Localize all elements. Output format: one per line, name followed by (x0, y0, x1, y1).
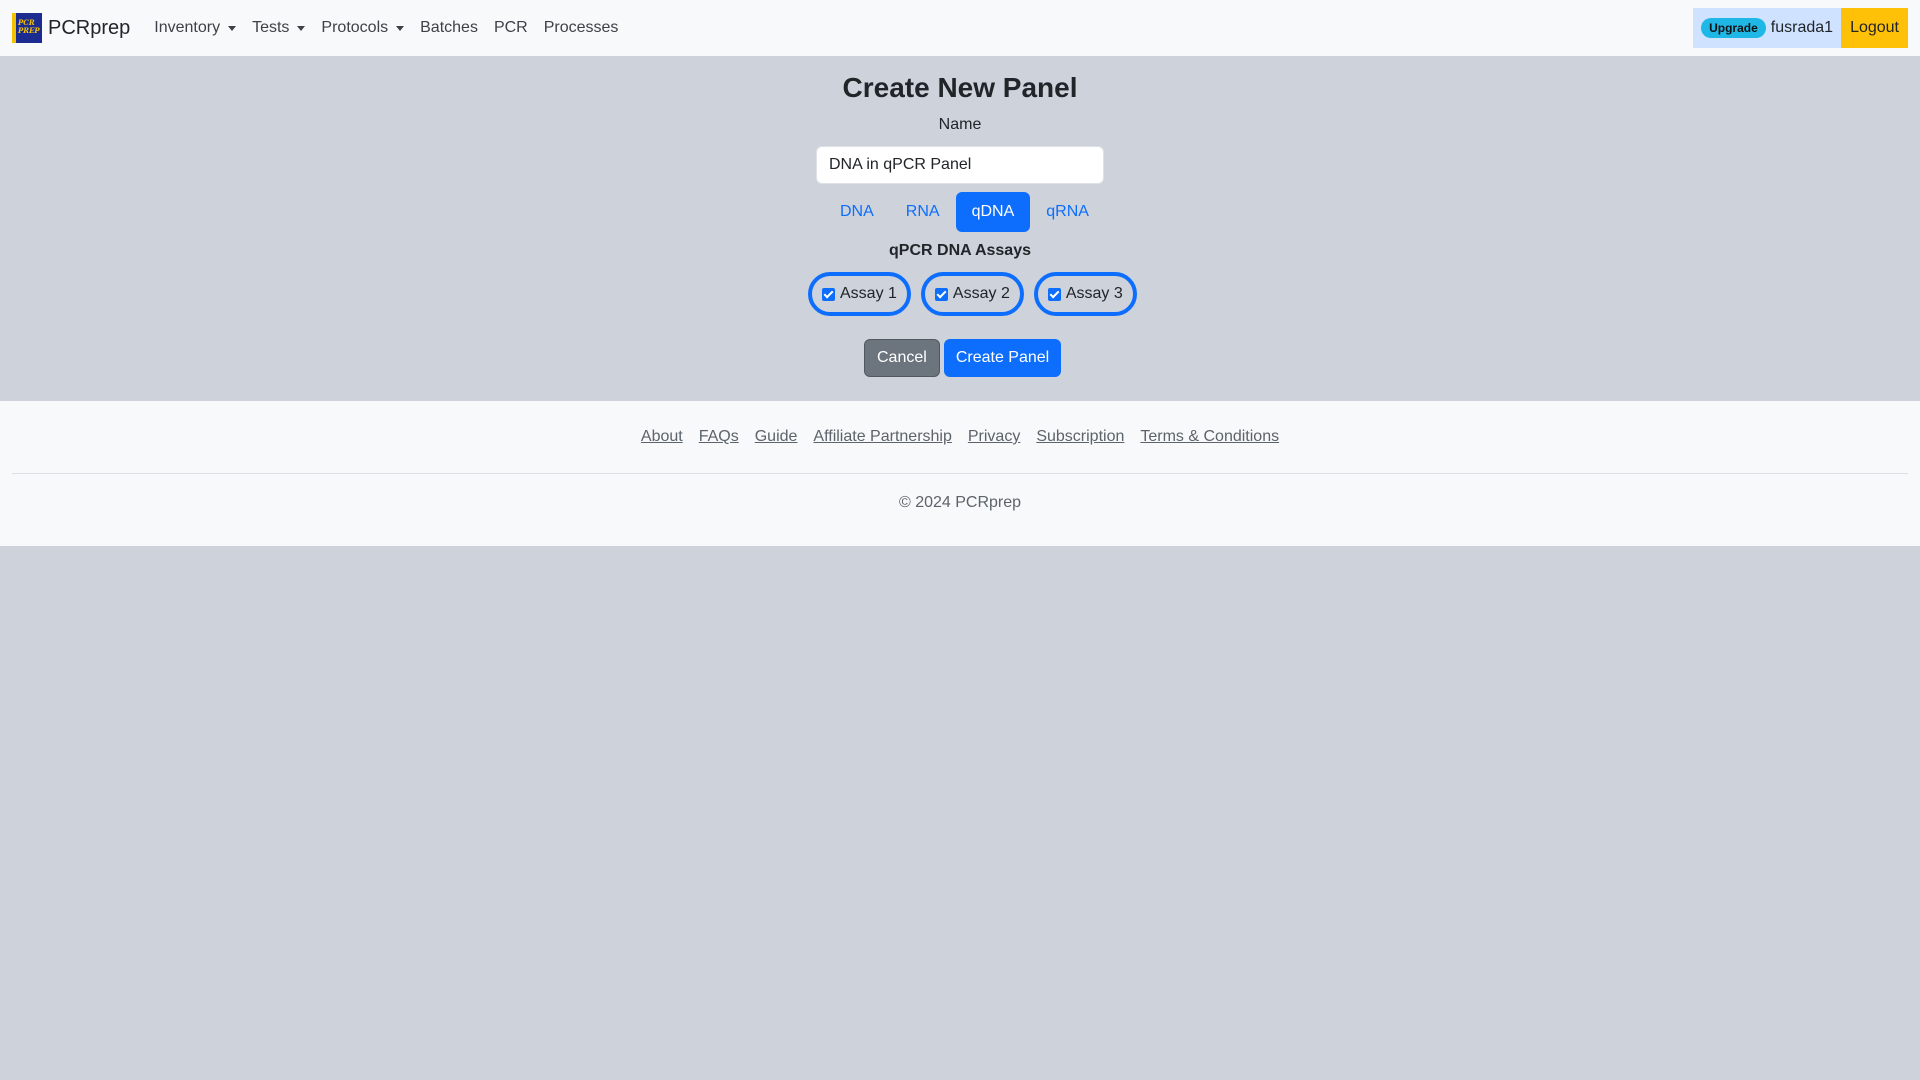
form-buttons: Cancel Create Panel (864, 339, 1065, 377)
cancel-button[interactable]: Cancel (864, 339, 940, 377)
nav-protocols-dropdown[interactable]: Protocols (321, 19, 405, 37)
panel-type-tabs: DNA RNA qDNA qRNA (824, 192, 1105, 232)
checkbox-checked-icon[interactable] (1047, 287, 1061, 301)
nav-batches-link[interactable]: Batches (420, 19, 478, 37)
brand-link[interactable]: PCR PREP PCRprep (12, 0, 130, 56)
tab-dna[interactable]: DNA (824, 192, 890, 232)
pcrprep-logo-icon: PCR PREP (12, 13, 42, 43)
nav-links: Inventory Tests Protocols Batches PCR Pr… (154, 19, 634, 37)
nav-tests-dropdown[interactable]: Tests (252, 19, 306, 37)
create-panel-form: Create New Panel Name DNA RNA qDNA qRNA … (0, 56, 1920, 401)
footer-link-terms[interactable]: Terms & Conditions (1140, 428, 1279, 446)
logout-button[interactable]: Logout (1841, 8, 1908, 48)
assay-toggle-1[interactable]: Assay 1 (808, 272, 911, 316)
tab-qdna[interactable]: qDNA (955, 192, 1031, 232)
assay-toggle-2[interactable]: Assay 2 (920, 272, 1024, 316)
username: fusrada1 (1770, 19, 1834, 36)
nav-pcr-link[interactable]: PCR (494, 19, 528, 37)
page-title: Create New Panel (842, 72, 1078, 103)
assays-heading: qPCR DNA Assays (889, 242, 1031, 259)
caret-down-icon (396, 25, 405, 31)
top-navbar: PCR PREP PCRprep Inventory Tests Protocol… (0, 0, 1920, 56)
nav-inventory-label: Inventory (154, 19, 221, 36)
upgrade-badge[interactable]: Upgrade (1701, 18, 1766, 38)
tab-rna[interactable]: RNA (890, 192, 956, 232)
footer-link-faqs[interactable]: FAQs (699, 428, 739, 446)
nav-inventory-dropdown[interactable]: Inventory (154, 19, 237, 37)
page-footer: About FAQs Guide Affiliate Partnership P… (0, 401, 1920, 546)
checkbox-checked-icon[interactable] (934, 287, 948, 301)
user-area: Upgrade fusrada1 Logout (1693, 8, 1908, 48)
create-panel-button[interactable]: Create Panel (943, 339, 1062, 377)
footer-divider (12, 473, 1908, 474)
checkbox-checked-icon[interactable] (822, 287, 835, 301)
assay-label: Assay 1 (840, 285, 897, 302)
footer-links: About FAQs Guide Affiliate Partnership P… (0, 428, 1920, 446)
caret-down-icon (297, 25, 306, 31)
nav-protocols-label: Protocols (321, 19, 389, 36)
footer-link-guide[interactable]: Guide (755, 428, 798, 446)
copyright-text: © 2024 PCRprep (898, 494, 1022, 511)
panel-name-input[interactable] (816, 146, 1104, 184)
assay-list: Assay 1 Assay 2 Assay 3 (808, 272, 1147, 316)
assay-label: Assay 2 (952, 285, 1010, 302)
assay-label: Assay 3 (1065, 285, 1123, 302)
nav-tests-label: Tests (252, 19, 290, 36)
nav-processes-link[interactable]: Processes (544, 19, 619, 37)
brand-name: PCRprep (48, 16, 131, 39)
footer-link-affiliate[interactable]: Affiliate Partnership (813, 428, 951, 446)
footer-link-about[interactable]: About (641, 428, 683, 446)
footer-link-subscription[interactable]: Subscription (1036, 428, 1124, 446)
user-box[interactable]: Upgrade fusrada1 (1693, 8, 1842, 48)
tab-qrna[interactable]: qRNA (1030, 192, 1105, 232)
name-label: Name (938, 116, 982, 133)
caret-down-icon (228, 25, 237, 31)
assay-toggle-3[interactable]: Assay 3 (1033, 272, 1137, 316)
footer-link-privacy[interactable]: Privacy (968, 428, 1020, 446)
